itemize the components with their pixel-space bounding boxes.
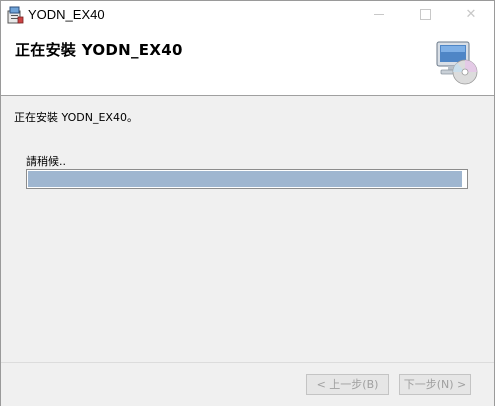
window-title: YODN_EX40 [28,7,105,22]
content-area: 正在安裝 YODN_EX40。 請稍候.. [1,96,494,362]
minimize-icon [374,14,384,15]
header-banner: 正在安裝 YODN_EX40 [1,31,494,96]
page-title: 正在安裝 YODN_EX40 [15,41,183,59]
next-button[interactable]: 下一步(N) > [399,374,471,395]
close-icon: ✕ [465,7,477,22]
title-bar[interactable]: YODN_EX40 ✕ [1,1,494,31]
button-bar: < 上一步(B) 下一步(N) > [1,362,494,406]
computer-cd-icon [436,41,478,85]
back-button[interactable]: < 上一步(B) [306,374,389,395]
minimize-button[interactable] [356,1,402,31]
close-button[interactable]: ✕ [448,1,494,31]
installer-window: YODN_EX40 ✕ 正在安裝 YODN_EX40 正在安裝 YODN_EX4… [0,0,495,406]
maximize-button[interactable] [402,1,448,31]
status-message: 正在安裝 YODN_EX40。 [14,111,138,124]
installer-app-icon [7,6,24,24]
progress-fill [28,171,462,187]
progress-bar [26,169,468,189]
maximize-icon [419,9,431,20]
wait-label: 請稍候.. [26,155,66,168]
